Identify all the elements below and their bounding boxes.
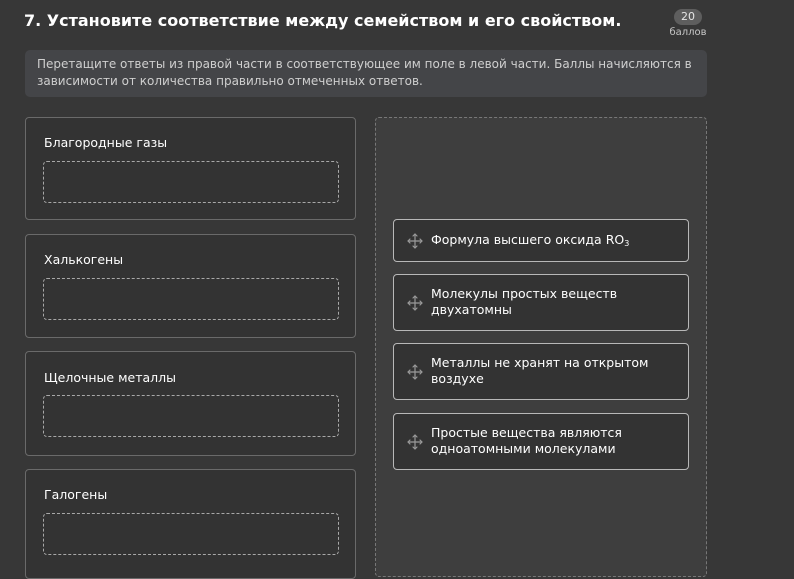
- points-indicator: 20 баллов: [668, 5, 708, 38]
- category-label: Благородные газы: [44, 135, 168, 150]
- drop-zone[interactable]: [43, 278, 339, 320]
- answer-label: Металлы не хранят на открытом воздухе: [431, 355, 649, 386]
- answer-item[interactable]: Формула высшего оксида RO3: [393, 219, 689, 262]
- question-title: 7. Установите соответствие между семейст…: [24, 11, 622, 30]
- drop-zone[interactable]: [43, 161, 339, 203]
- answer-item[interactable]: Молекулы простых веществ двухатомны: [393, 274, 689, 331]
- points-label: баллов: [669, 27, 707, 38]
- move-arrows-icon: [406, 294, 424, 312]
- answer-item[interactable]: Простые вещества являются одноатомными м…: [393, 413, 689, 470]
- category-card-alkali-metals: Щелочные металлы: [25, 351, 356, 456]
- category-card-chalcogens: Халькогены: [25, 234, 356, 338]
- answer-label: Молекулы простых веществ двухатомны: [431, 286, 618, 317]
- category-label: Галогены: [44, 487, 108, 502]
- answer-label: Формула высшего оксида RO3: [431, 232, 676, 248]
- category-label: Халькогены: [44, 252, 124, 267]
- answer-text: Формула высшего оксида RO: [431, 232, 625, 247]
- category-card-halogens: Галогены: [25, 469, 356, 579]
- answer-item[interactable]: Металлы не хранят на открытом воздухе: [393, 343, 689, 400]
- answer-subscript: 3: [624, 239, 630, 248]
- drop-zone[interactable]: [43, 395, 339, 437]
- move-arrows-icon: [406, 232, 424, 250]
- points-badge: 20: [674, 9, 702, 25]
- move-arrows-icon: [406, 363, 424, 381]
- answer-label: Простые вещества являются одноатомными м…: [431, 425, 622, 456]
- category-label: Щелочные металлы: [44, 370, 177, 385]
- instruction-box: Перетащите ответы из правой части в соот…: [25, 50, 707, 97]
- move-arrows-icon: [406, 433, 424, 451]
- drop-zone[interactable]: [43, 513, 339, 555]
- category-card-noble-gases: Благородные газы: [25, 117, 356, 220]
